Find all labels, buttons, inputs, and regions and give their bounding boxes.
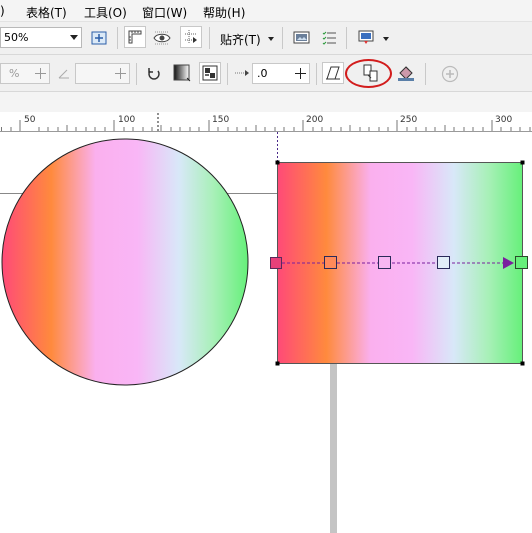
drawing-canvas[interactable] xyxy=(0,132,532,533)
menu-item-partial[interactable]: ) xyxy=(0,4,5,18)
guidelines-icon xyxy=(185,30,197,44)
property-bar: % .0 xyxy=(0,55,532,92)
eye-grid-icon xyxy=(153,31,171,45)
toolbar-separator xyxy=(346,27,347,49)
chevron-down-icon xyxy=(70,35,78,40)
highlight-annotation xyxy=(345,59,392,88)
free-scale-skew-button[interactable] xyxy=(322,62,344,84)
standard-toolbar: 50% 贴齐(T) xyxy=(0,22,532,55)
snap-to-dropdown[interactable]: 贴齐(T) xyxy=(220,31,261,48)
fill-midpoint-value: % xyxy=(9,67,20,80)
fill-bucket-icon xyxy=(398,66,414,81)
fill-midpoint-field[interactable]: % xyxy=(0,63,50,84)
skew-icon xyxy=(326,66,340,80)
ruler-tick-label: 150 xyxy=(212,115,230,125)
ruler-tick-label: 200 xyxy=(306,115,324,125)
view-toggle-button[interactable] xyxy=(151,27,173,49)
zoom-to-page-button[interactable] xyxy=(88,27,110,49)
fill-color-node[interactable] xyxy=(324,256,337,269)
spinner-icon xyxy=(295,68,306,79)
spinner-icon xyxy=(35,68,46,79)
zoom-page-icon xyxy=(91,31,107,45)
fill-end-node[interactable] xyxy=(515,256,528,269)
chevron-down-icon xyxy=(268,37,274,41)
zoom-level-combo[interactable]: 50% xyxy=(0,27,82,48)
zoom-level-value: 50% xyxy=(4,31,29,44)
menu-item-tools[interactable]: 工具(O) xyxy=(84,4,127,21)
gradient-swatch-icon xyxy=(173,64,191,82)
page-shadow xyxy=(330,364,337,533)
ruler-tick-label: 50 xyxy=(24,115,36,125)
menu-item-help[interactable]: 帮助(H) xyxy=(203,4,245,21)
toolbar-separator xyxy=(425,63,426,85)
list-options-icon xyxy=(322,31,336,45)
options-button[interactable] xyxy=(318,27,340,49)
toolbar-separator xyxy=(282,27,283,49)
add-button[interactable] xyxy=(439,63,461,85)
launcher-icon xyxy=(358,30,374,44)
rulers-toggle-button[interactable] xyxy=(124,26,146,48)
ruler-ticks xyxy=(1,113,531,131)
application-launcher-button[interactable] xyxy=(355,26,377,48)
fill-start-node[interactable] xyxy=(270,257,282,269)
toolbar-separator xyxy=(136,63,137,85)
ruler-tick-label: 100 xyxy=(118,115,136,125)
transparency-button[interactable] xyxy=(199,62,221,84)
monitor-icon xyxy=(293,31,309,44)
chevron-down-icon xyxy=(383,37,389,41)
edge-pad-field[interactable] xyxy=(75,63,130,84)
horizontal-ruler[interactable]: 50 100 150 200 250 300 xyxy=(0,112,532,132)
checker-icon xyxy=(202,65,218,81)
toolbar-separator xyxy=(117,27,118,49)
ruler-icon xyxy=(128,30,142,44)
menu-item-window[interactable]: 窗口(W) xyxy=(142,4,187,21)
canvas-drawing xyxy=(0,132,528,533)
guidelines-toggle-button[interactable] xyxy=(180,26,202,48)
rotate-arrows-icon xyxy=(148,68,160,80)
angle-icon xyxy=(58,67,70,79)
toolbar-separator xyxy=(209,27,210,49)
fill-color-node[interactable] xyxy=(437,256,450,269)
ruler-spacer xyxy=(0,92,532,112)
toolbar-separator xyxy=(227,63,228,85)
offset-arrow-icon xyxy=(234,67,250,79)
toolbar-separator xyxy=(316,63,317,85)
spinner-icon xyxy=(115,68,126,79)
ruler-tick-label: 300 xyxy=(495,115,513,125)
offset-value: .0 xyxy=(257,67,268,80)
edit-fill-button[interactable] xyxy=(395,62,417,84)
menu-item-table[interactable]: 表格(T) xyxy=(26,4,67,21)
welcome-screen-button[interactable] xyxy=(290,27,312,49)
offset-field[interactable]: .0 xyxy=(252,63,310,84)
gradient-circle[interactable] xyxy=(1,138,249,386)
plus-circle-icon xyxy=(441,65,459,83)
fill-color-node[interactable] xyxy=(378,256,391,269)
fill-type-button[interactable] xyxy=(171,62,193,84)
reverse-fill-button[interactable] xyxy=(143,63,165,85)
ruler-tick-label: 250 xyxy=(400,115,418,125)
menu-bar: ) 表格(T) 工具(O) 窗口(W) 帮助(H) xyxy=(0,0,532,22)
